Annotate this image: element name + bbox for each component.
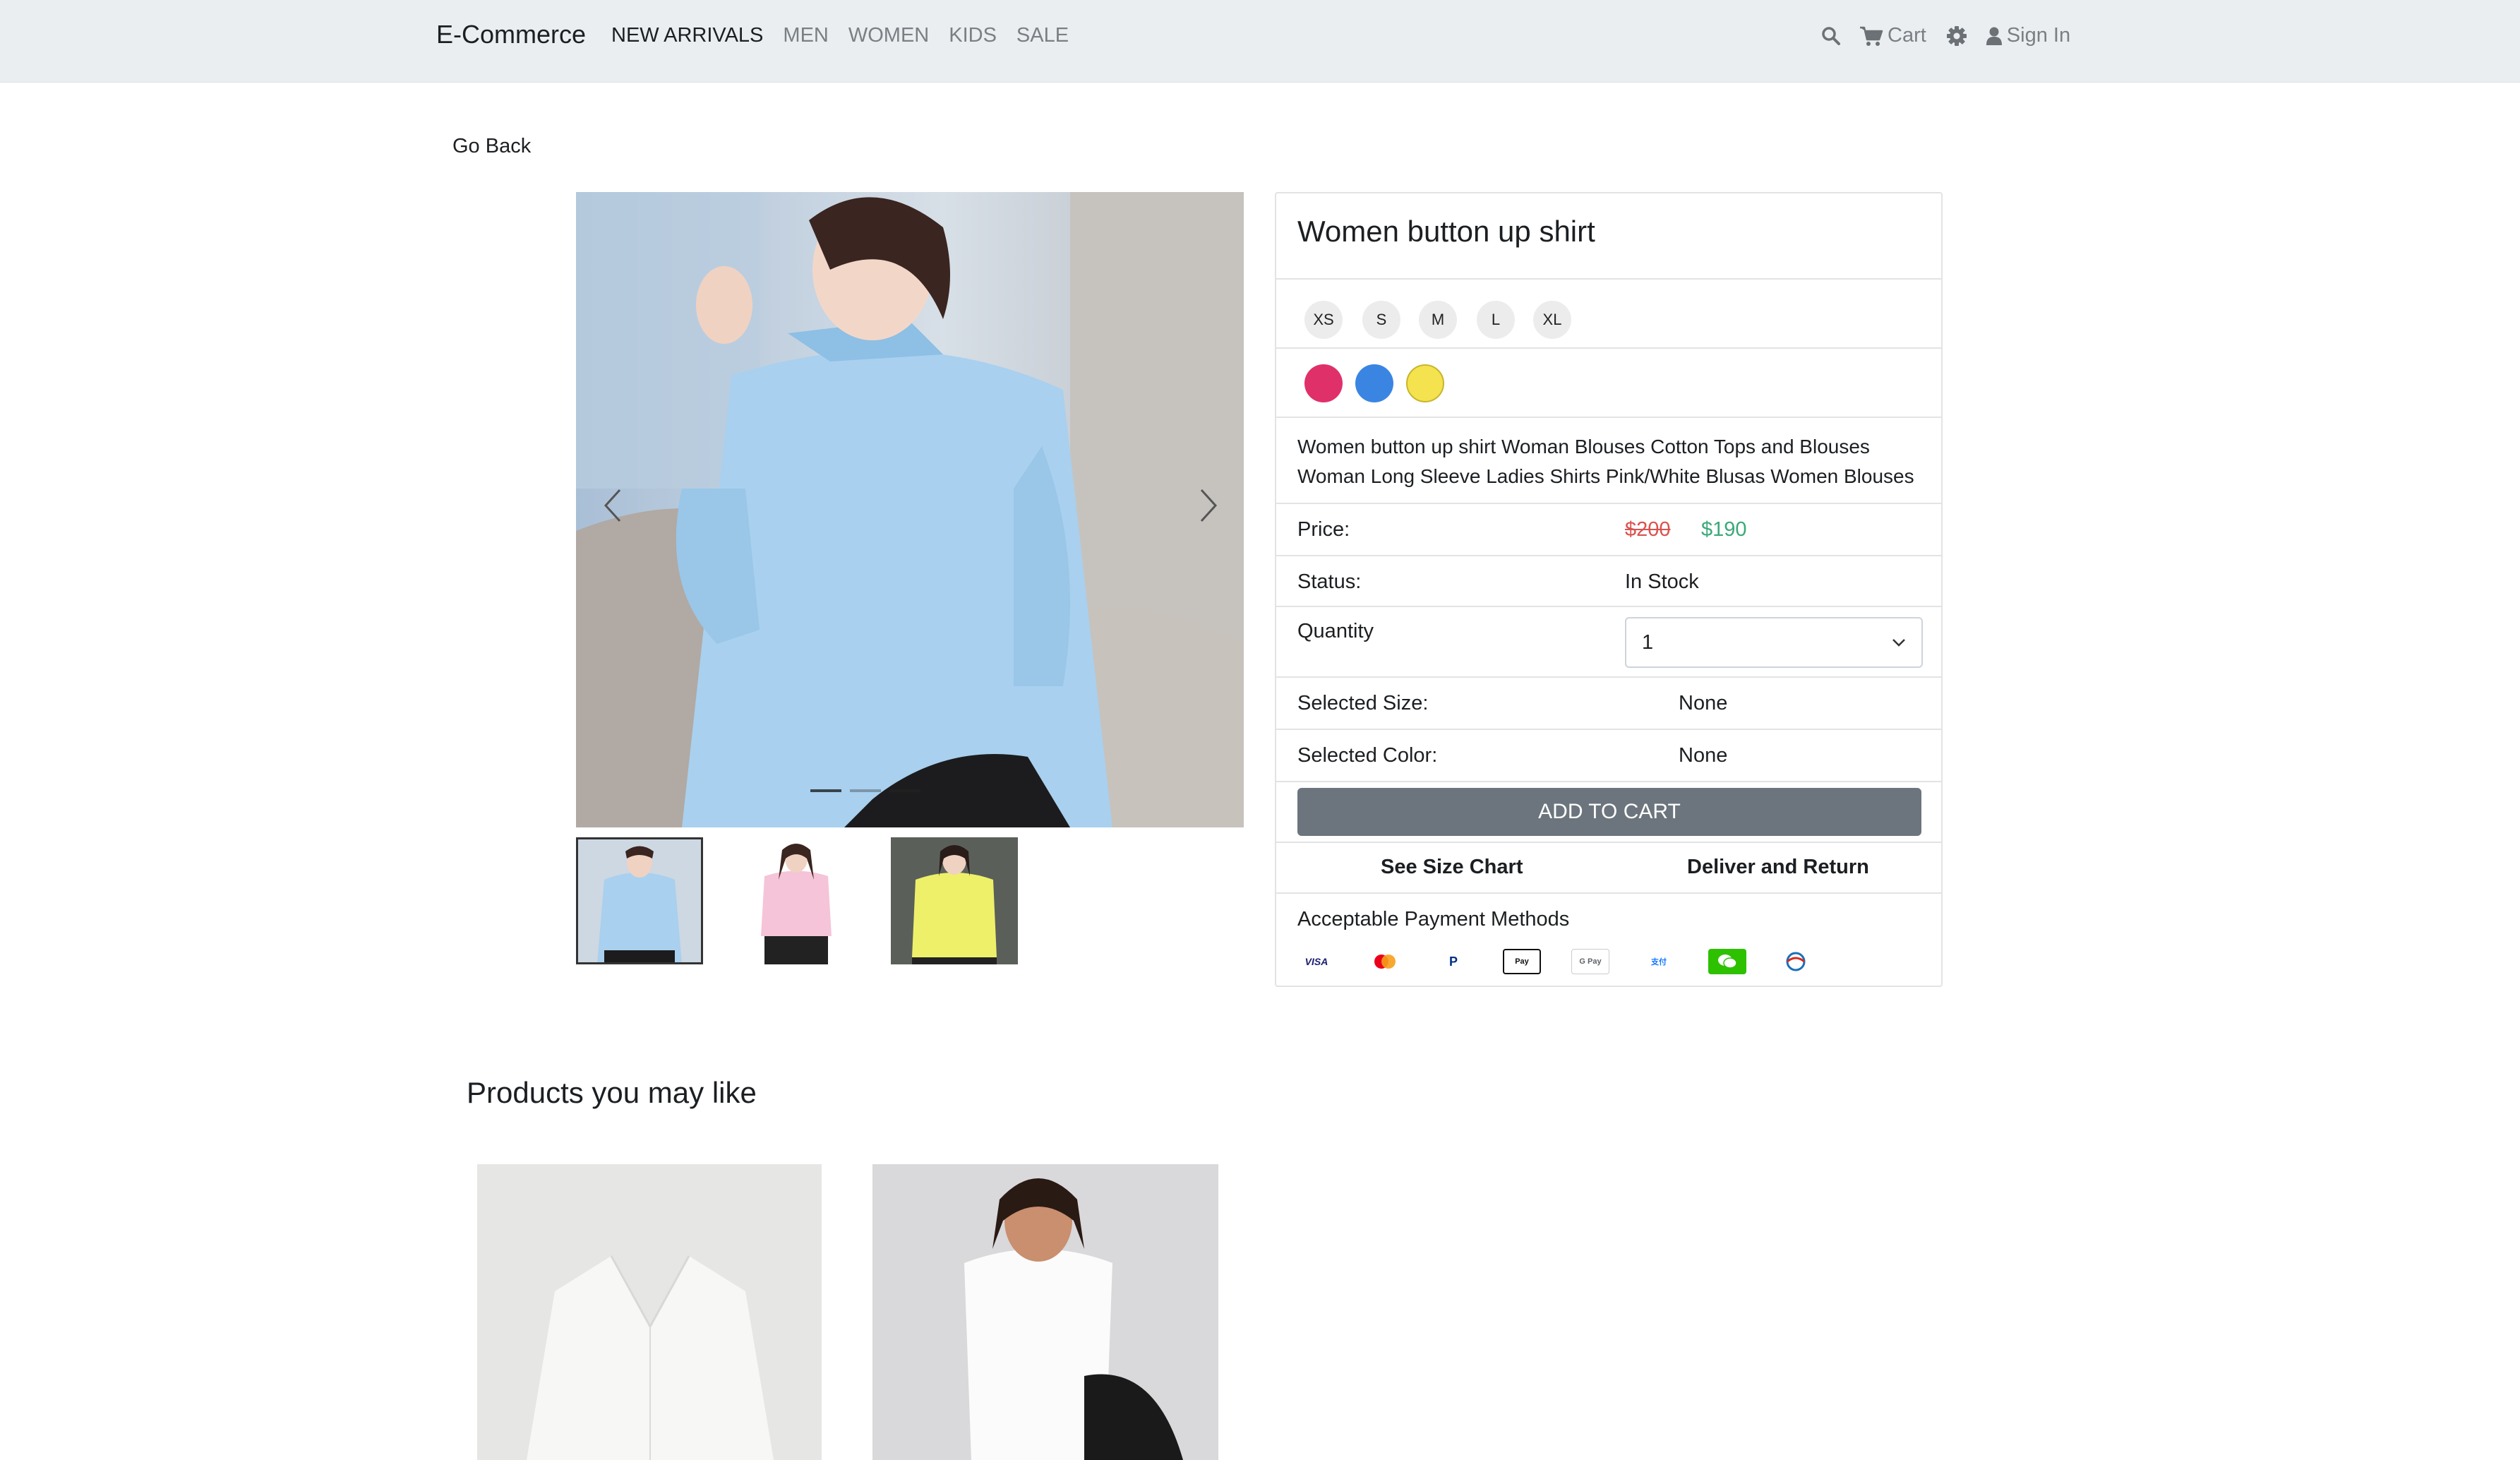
size-option-s[interactable]: S xyxy=(1362,301,1400,339)
wechat-pay-icon xyxy=(1708,949,1746,974)
color-swatch-yellow[interactable] xyxy=(1406,364,1444,402)
quantity-select[interactable]: 1 xyxy=(1625,617,1923,668)
payment-row: Acceptable Payment Methods VISA P Pay G … xyxy=(1276,894,1941,986)
search-icon[interactable] xyxy=(1821,26,1841,46)
payment-methods-title: Acceptable Payment Methods xyxy=(1297,908,1570,931)
carousel-indicator-1[interactable] xyxy=(810,789,841,792)
size-option-m[interactable]: M xyxy=(1419,301,1457,339)
product-title: Women button up shirt xyxy=(1297,215,1595,248)
nav-link-new-arrivals[interactable]: NEW ARRIVALS xyxy=(611,24,763,47)
product-details-panel: Women button up shirt XS S M L XL Women … xyxy=(1275,192,1943,987)
size-chart-link[interactable]: See Size Chart xyxy=(1381,856,1523,879)
google-pay-icon: G Pay xyxy=(1571,949,1609,974)
add-to-cart-button[interactable]: ADD TO CART xyxy=(1297,788,1921,836)
quantity-label: Quantity xyxy=(1297,620,1374,642)
cart-icon xyxy=(1859,25,1883,47)
unionpay-icon xyxy=(1777,949,1815,974)
visa-icon: VISA xyxy=(1304,956,1328,967)
chevron-down-icon xyxy=(1892,638,1906,647)
top-navbar: E-Commerce NEW ARRIVALS MEN WOMEN KIDS S… xyxy=(0,0,2520,83)
color-swatch-pink[interactable] xyxy=(1304,364,1343,402)
sale-price: $190 xyxy=(1701,518,1747,541)
related-products-title: Products you may like xyxy=(467,1076,757,1109)
apple-pay-icon: Pay xyxy=(1503,949,1541,974)
size-option-xl[interactable]: XL xyxy=(1533,301,1571,339)
selected-color-label: Selected Color: xyxy=(1297,744,1438,767)
color-swatch-blue[interactable] xyxy=(1355,364,1393,402)
size-row: XS S M L XL xyxy=(1276,280,1941,349)
size-option-l[interactable]: L xyxy=(1477,301,1515,339)
sign-in-link[interactable]: Sign In xyxy=(1986,24,2070,47)
price-label: Price: xyxy=(1297,518,1350,541)
stock-status: In Stock xyxy=(1625,570,1699,593)
selected-size-label: Selected Size: xyxy=(1297,692,1429,714)
nav-actions: Cart Sign In xyxy=(1821,24,2070,47)
mastercard-icon xyxy=(1366,949,1404,974)
thumbnail-yellow-shirt[interactable] xyxy=(891,837,1018,964)
nav-link-kids[interactable]: KIDS xyxy=(949,24,997,47)
deliver-return-link[interactable]: Deliver and Return xyxy=(1687,856,1869,879)
go-back-button[interactable]: Go Back xyxy=(452,135,531,158)
carousel-indicator-3[interactable] xyxy=(889,789,920,792)
size-option-xs[interactable]: XS xyxy=(1304,301,1343,339)
color-row xyxy=(1276,349,1941,418)
quantity-row: Quantity 1 xyxy=(1276,607,1941,678)
status-label: Status: xyxy=(1297,570,1362,593)
related-product-image-1[interactable] xyxy=(477,1164,822,1460)
thumbnail-blue-shirt[interactable] xyxy=(576,837,703,964)
quantity-value: 1 xyxy=(1642,630,1654,654)
brand-logo[interactable]: E-Commerce xyxy=(436,20,586,49)
info-links-row: See Size Chart Deliver and Return xyxy=(1276,843,1941,894)
add-to-cart-row: ADD TO CART xyxy=(1276,782,1941,843)
selected-color-value: None xyxy=(1679,744,1728,767)
carousel-indicators xyxy=(810,789,920,792)
cart-label: Cart xyxy=(1888,24,1926,47)
cart-link[interactable]: Cart xyxy=(1859,24,1926,47)
carousel-prev-icon[interactable] xyxy=(603,487,623,524)
nav-link-women[interactable]: WOMEN xyxy=(848,24,929,47)
description-row: Women button up shirt Woman Blouses Cott… xyxy=(1276,418,1941,504)
selected-size-row: Selected Size: None xyxy=(1276,678,1941,730)
carousel-next-icon[interactable] xyxy=(1199,487,1218,524)
title-row: Women button up shirt xyxy=(1276,193,1941,280)
selected-size-value: None xyxy=(1679,692,1728,714)
thumbnail-pink-shirt[interactable] xyxy=(733,837,860,964)
sign-in-label: Sign In xyxy=(2006,24,2071,47)
carousel-indicator-2[interactable] xyxy=(850,789,881,792)
status-row: Status: In Stock xyxy=(1276,556,1941,607)
product-main-image xyxy=(576,192,1244,827)
related-product-image-2[interactable] xyxy=(872,1164,1218,1460)
nav-link-men[interactable]: MEN xyxy=(783,24,828,47)
user-icon xyxy=(1986,26,2003,46)
old-price: $200 xyxy=(1625,518,1671,541)
paypal-icon: P xyxy=(1448,954,1458,969)
gear-icon[interactable] xyxy=(1946,25,1967,47)
alipay-icon: 支付 xyxy=(1651,958,1667,967)
payment-icons: VISA P Pay G Pay 支付 xyxy=(1297,949,1815,974)
main-nav: NEW ARRIVALS MEN WOMEN KIDS SALE xyxy=(611,24,1069,47)
product-description: Women button up shirt Woman Blouses Cott… xyxy=(1297,436,1914,487)
nav-link-sale[interactable]: SALE xyxy=(1016,24,1069,47)
price-row: Price: $200 $190 xyxy=(1276,504,1941,556)
selected-color-row: Selected Color: None xyxy=(1276,730,1941,782)
